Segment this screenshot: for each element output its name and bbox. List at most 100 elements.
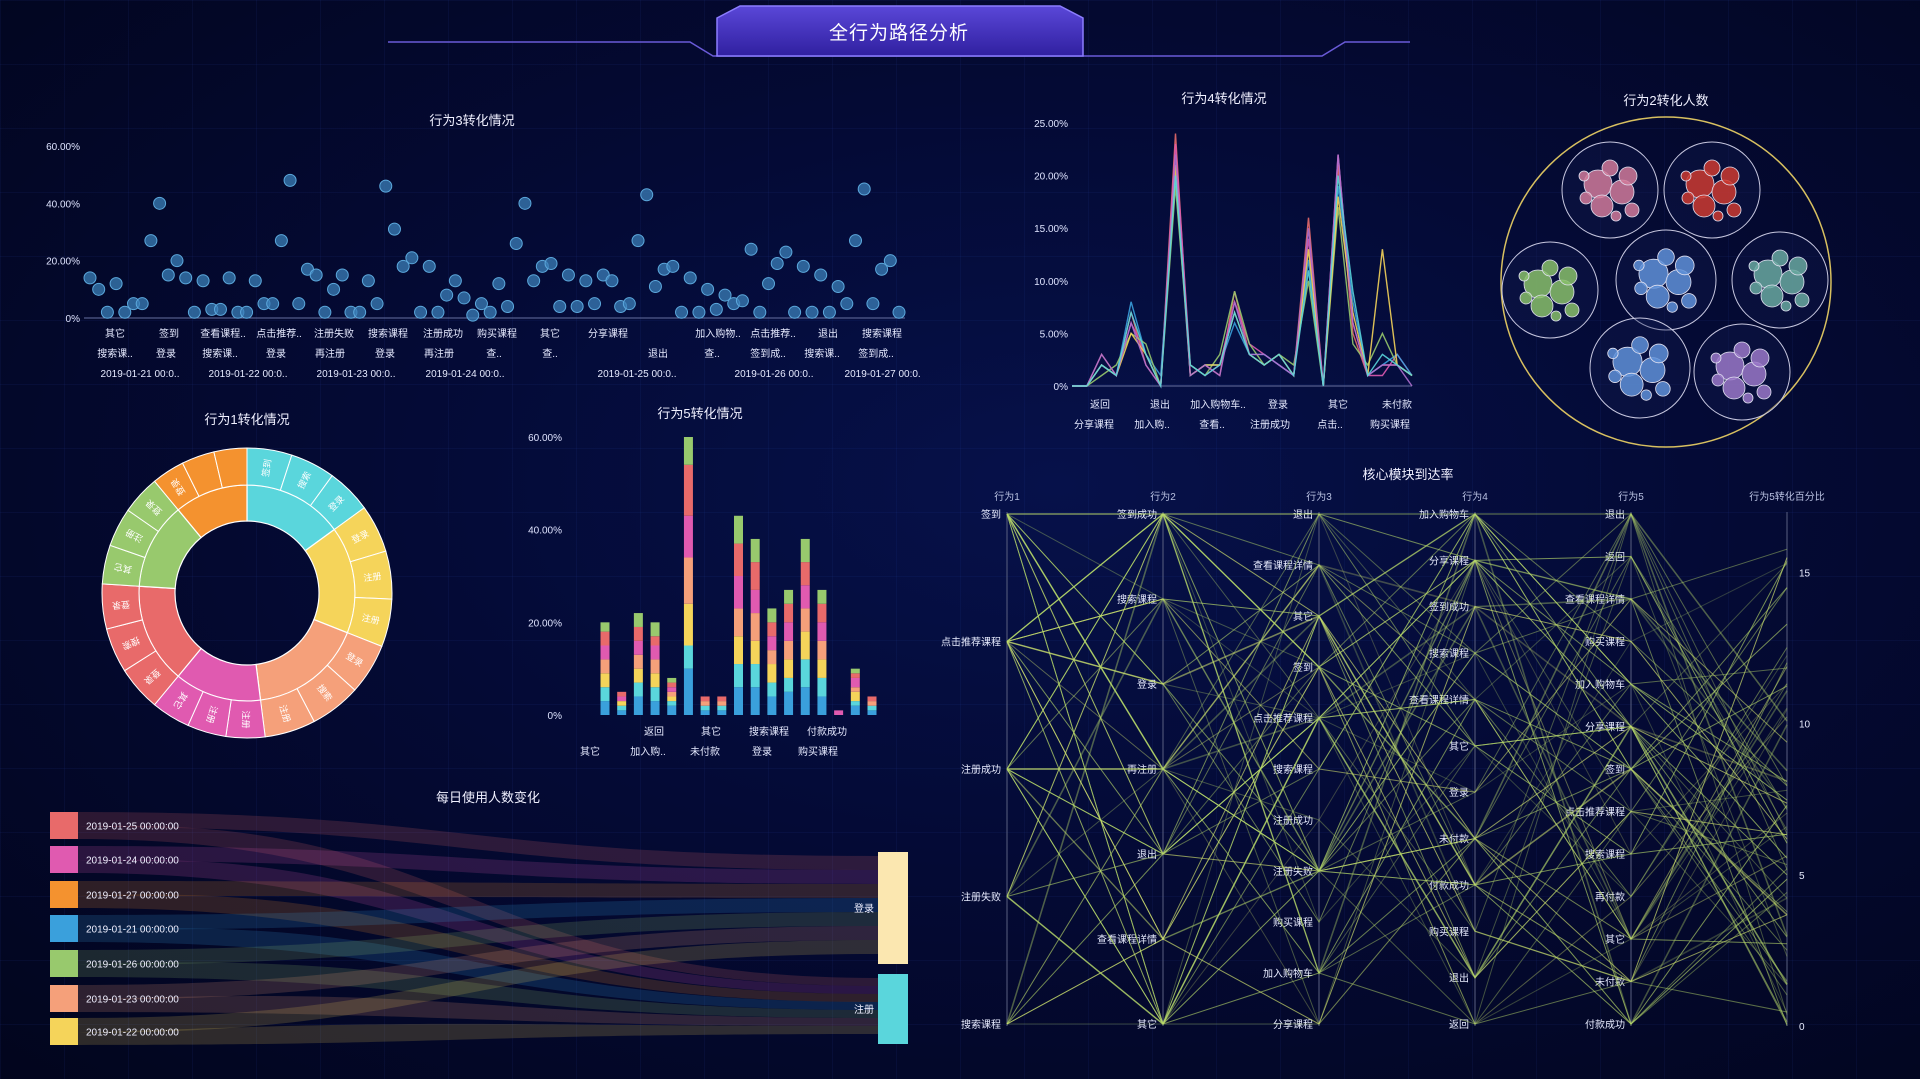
node-circle <box>1680 170 1692 182</box>
axis-title: 行为1 <box>994 490 1020 503</box>
bar-segment <box>717 710 727 715</box>
data-point <box>187 305 201 319</box>
data-point <box>579 274 593 288</box>
bar-segment <box>850 668 860 674</box>
bar-segment <box>734 515 743 544</box>
x-tick-label: 查.. <box>704 347 720 360</box>
node-circle <box>1519 291 1533 305</box>
numeric-tick-label: 10 <box>1799 720 1811 731</box>
category-label: 注册失败 <box>961 891 1001 904</box>
bar-segment <box>667 682 677 688</box>
header: 全行为路径分析 <box>0 0 1920 70</box>
behavior3-scatter-chart[interactable]: 60.00% 40.00% 20.00% 0% 其它 签到 查看课程.. 点击推荐.. 注册失败… <box>0 100 920 390</box>
axis-title: 行为2 <box>1150 490 1176 503</box>
x-tick-label: 搜索课程 <box>749 725 789 738</box>
category-label: 点击推荐课程 <box>941 636 1001 649</box>
bar-segment <box>600 659 610 674</box>
panel-core-modules: 核心模块到达率 行为1 行为2 行为3 行为4 行为5 行为5转化百分比 签到 点击推荐课程注… <box>930 460 1860 1050</box>
bar-segment <box>717 701 727 706</box>
axis-title: 行为4 <box>1462 490 1488 503</box>
node-circle <box>1610 210 1622 222</box>
node-circle <box>1648 343 1669 364</box>
y-tick-label: 15.00% <box>1034 224 1068 235</box>
data-point <box>431 305 445 319</box>
data-point <box>805 305 819 319</box>
x-tick-label: 分享课程 <box>1074 418 1114 431</box>
y-tick-label: 60.00% <box>528 433 562 444</box>
behavior1-sunburst-chart[interactable]: 签到搜索登录登录注册注册登录搜索注册注册注册其它登录搜索登录其它注册登录登录 <box>80 400 420 760</box>
bar-segment <box>817 589 827 604</box>
bar-segment <box>650 673 660 688</box>
y-tick-label: 5.00% <box>1040 329 1068 340</box>
data-point <box>335 268 349 282</box>
x-tick-label: 点击.. <box>1317 419 1343 431</box>
node-circle <box>1601 159 1619 177</box>
bar-segment <box>767 696 777 715</box>
data-point <box>744 242 758 256</box>
sankey-source-label: 2019-01-26 00:00:00 <box>86 960 179 971</box>
bar-segment <box>867 705 877 711</box>
data-point <box>509 236 523 250</box>
bar-segment <box>784 640 794 660</box>
y-tick-label: 0% <box>1054 382 1069 393</box>
node-circle <box>1692 194 1716 218</box>
panel-behavior5: 行为5转化情况 60.00% 40.00% 20.00% 0% 返回 其它 搜索课程 付款成功… <box>500 395 900 770</box>
node-circle <box>1780 300 1792 312</box>
axis-title: 行为3 <box>1306 490 1332 503</box>
x-tick-label: 购买课程 <box>1370 418 1410 431</box>
x-tick-label: 未付款 <box>690 745 720 758</box>
bar-segment <box>633 696 643 715</box>
core-modules-parallel-chart[interactable]: 行为1 行为2 行为3 行为4 行为5 行为5转化百分比签到点击推荐课程注册成功注册失败搜… <box>930 460 1860 1050</box>
node-circle <box>1619 372 1644 397</box>
x-tick-label: 加入购.. <box>630 745 666 758</box>
data-point <box>762 277 776 291</box>
x-tick-label: 付款成功 <box>807 725 847 738</box>
data-point <box>144 234 158 248</box>
sankey-source-node <box>50 846 78 873</box>
data-point <box>83 271 97 285</box>
x-tick-label: 注册成功 <box>423 327 463 340</box>
bar-segment <box>784 677 794 692</box>
behavior4-line-chart[interactable]: 25.00% 20.00% 15.00% 10.00% 5.00% 0% 返回 退出 加入购物车… <box>1000 80 1440 440</box>
category-label: 其它 <box>1293 610 1313 623</box>
data-point <box>622 297 636 311</box>
bar-segment <box>817 603 827 623</box>
data-point <box>466 308 480 322</box>
behavior2-bubble-chart[interactable] <box>1480 80 1860 460</box>
node-circle <box>1633 259 1645 272</box>
data-point <box>561 268 575 282</box>
panel-behavior4: 行为4转化情况 25.00% 20.00% 15.00% 10.00% 5.00% 0% 返… <box>1000 80 1440 440</box>
x-tick-label: 点击推荐.. <box>750 327 796 340</box>
x-tick-label: 查.. <box>542 347 558 360</box>
x-tick-label: 2019-01-23 00:0.. <box>317 369 396 380</box>
data-point <box>92 282 106 296</box>
x-tick-label: 分享课程 <box>588 327 628 340</box>
data-point <box>544 257 558 271</box>
panel-behavior3: 行为3转化情况 60.00% 40.00% 20.00% 0% 其它 签到 查看课程.. 点击… <box>0 100 920 390</box>
node-circle <box>1720 166 1740 186</box>
bar-segment <box>633 640 643 655</box>
node-circle <box>1722 376 1746 400</box>
bar-segment <box>734 576 743 609</box>
data-point <box>857 182 871 196</box>
series-line <box>1072 154 1413 389</box>
bar-segment <box>850 673 860 678</box>
daily-users-sankey-chart[interactable]: 2019-01-25 00:00:00 2019-01-24 00:00:00 20… <box>40 780 920 1050</box>
node-circle <box>1760 284 1784 308</box>
bar-segment <box>650 687 660 702</box>
node-circle <box>1794 292 1810 308</box>
node-circle <box>1748 260 1760 272</box>
x-tick-label: 登录 <box>156 347 176 360</box>
path-line <box>1006 615 1788 941</box>
sankey-source-label: 2019-01-22 00:00:00 <box>86 1028 179 1039</box>
behavior5-bar-chart[interactable]: 60.00%40.00%20.00%0%返回 其它 搜索课程 付款成功其它 加入购.. 未… <box>500 395 900 770</box>
bar-segment <box>850 677 860 688</box>
data-point <box>570 300 584 314</box>
x-tick-label: 返回 <box>644 726 664 738</box>
data-point <box>492 277 506 291</box>
x-tick-label: 登录 <box>266 347 286 360</box>
data-point <box>553 300 567 314</box>
x-tick-label: 登录 <box>375 347 395 360</box>
x-tick-label: 搜索课程 <box>862 327 902 340</box>
bar-segment <box>767 682 777 697</box>
